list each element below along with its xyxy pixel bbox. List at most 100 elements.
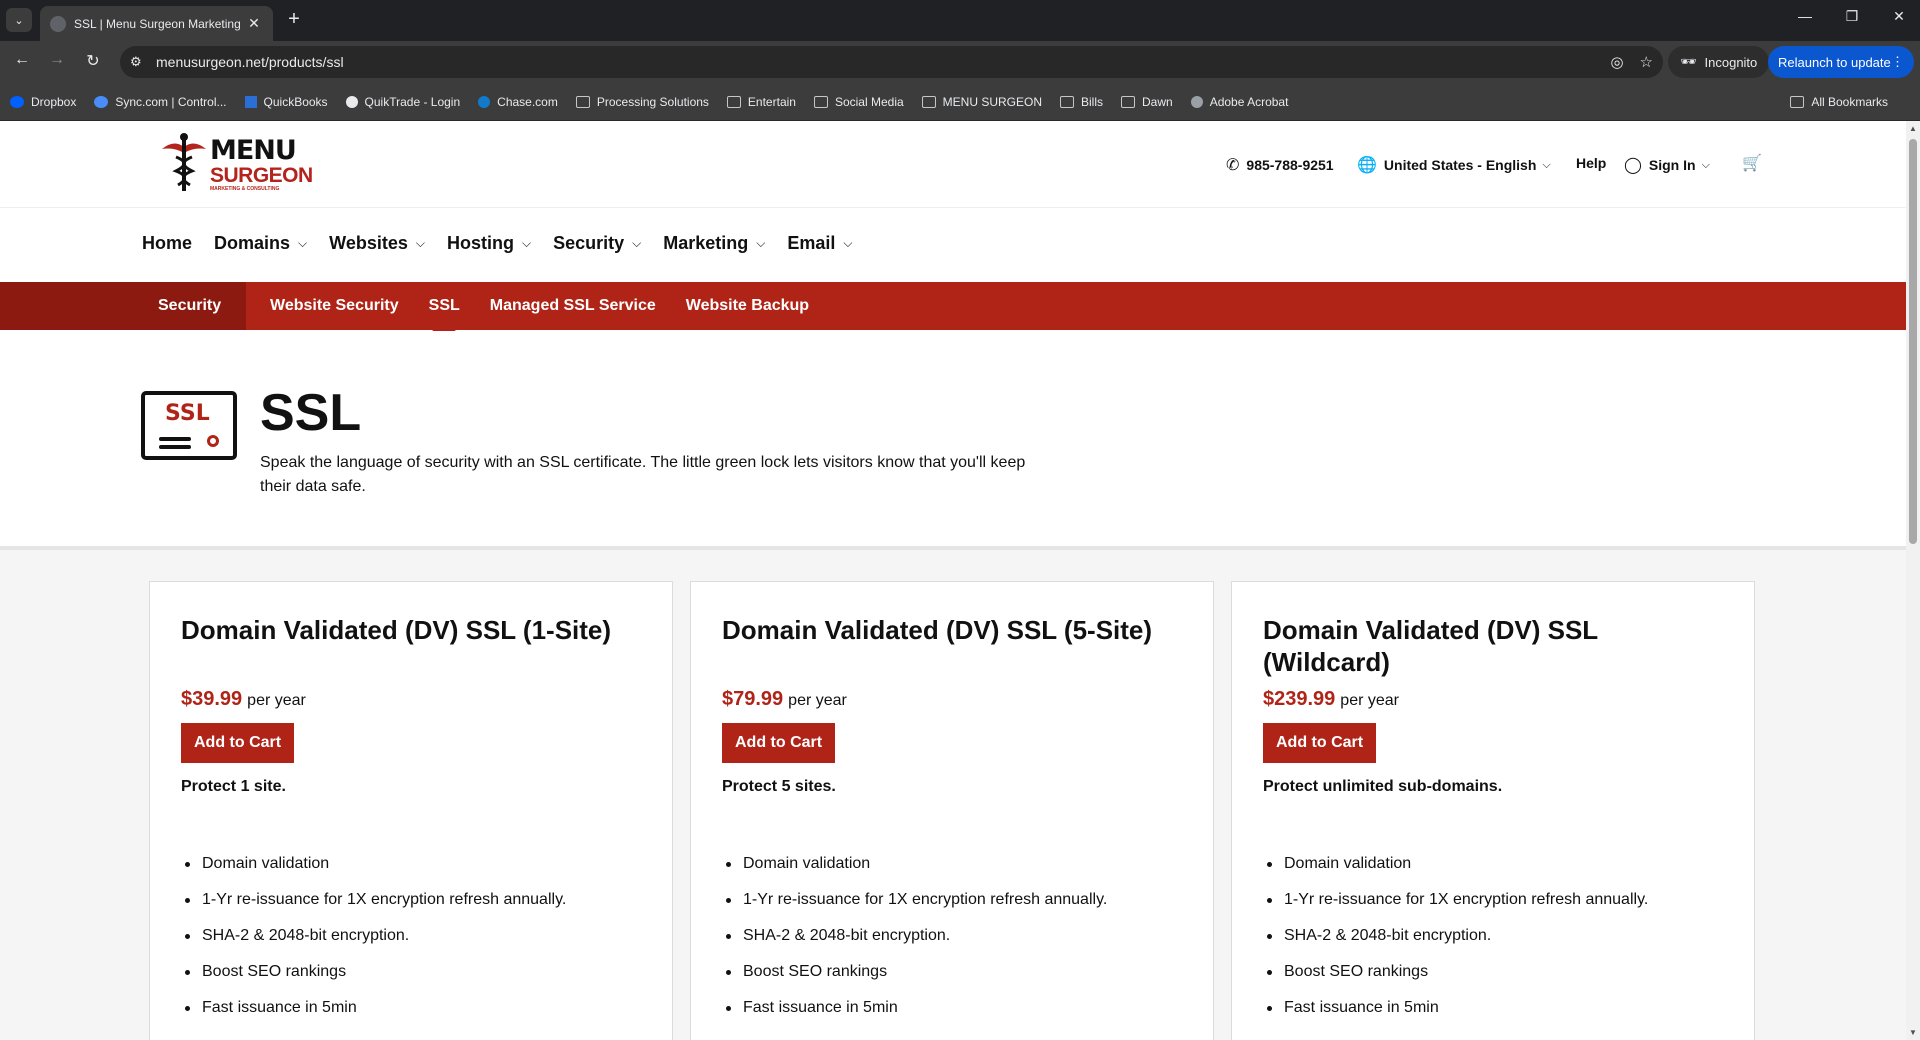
- bookmark-label: Chase.com: [497, 94, 558, 109]
- relaunch-to-update-button[interactable]: Relaunch to update ⋮: [1768, 46, 1914, 78]
- bookmark-chase[interactable]: Chase.com: [478, 95, 558, 109]
- url-text[interactable]: menusurgeon.net/products/ssl: [156, 54, 1594, 70]
- subnav-ssl-active[interactable]: SSL: [429, 297, 460, 315]
- bookmark-label: QuickBooks: [263, 94, 328, 109]
- folder-icon: [813, 95, 828, 108]
- scrollbar-thumb[interactable]: [1909, 139, 1917, 544]
- close-tab-icon[interactable]: ✕: [245, 15, 263, 32]
- phone-icon: ✆: [1226, 157, 1240, 174]
- nav-label: Marketing: [663, 233, 749, 253]
- bookmark-folder-entertain[interactable]: Entertain: [726, 94, 796, 109]
- chase-icon: [478, 95, 491, 108]
- plan-card: Domain Validated (DV) SSL (1-Site) $39.9…: [149, 581, 673, 1040]
- back-arrow-icon[interactable]: ←: [10, 51, 34, 73]
- chevron-down-icon: ⌵: [632, 236, 642, 250]
- bookmark-quickbooks[interactable]: QuickBooks: [244, 94, 328, 109]
- locale-selector[interactable]: 🌐 United States - English ⌵: [1357, 155, 1551, 175]
- plans-section: Domain Validated (DV) SSL (1-Site) $39.9…: [0, 550, 1906, 1040]
- nav-hosting[interactable]: Hosting ⌵: [447, 233, 531, 254]
- nav-websites[interactable]: Websites ⌵: [329, 233, 425, 254]
- close-window-icon[interactable]: ✕: [1884, 8, 1914, 25]
- bookmark-folder-menu-surgeon[interactable]: MENU SURGEON: [921, 95, 1042, 109]
- site-logo[interactable]: MENU SURGEON MARKETING & CONSULTING: [160, 131, 313, 195]
- site-info-icon[interactable]: ⚙: [130, 54, 156, 70]
- bookmark-label: Entertain: [747, 94, 796, 109]
- bookmark-folder-processing-solutions[interactable]: Processing Solutions: [575, 95, 709, 109]
- nav-security[interactable]: Security ⌵: [553, 233, 641, 254]
- quickbooks-icon: [244, 95, 257, 108]
- price-value: $239.99: [1263, 688, 1336, 710]
- address-bar[interactable]: ⚙ menusurgeon.net/products/ssl ◎ ☆: [120, 46, 1663, 78]
- star-bookmark-icon[interactable]: ☆: [1640, 53, 1653, 71]
- folder-icon: [1121, 95, 1136, 108]
- reload-icon[interactable]: ↻: [81, 51, 105, 73]
- bookmark-folder-bills[interactable]: Bills: [1060, 95, 1103, 109]
- all-bookmarks-button[interactable]: All Bookmarks: [1790, 83, 1888, 121]
- scroll-up-icon[interactable]: ▲: [1908, 124, 1918, 133]
- subnav-category[interactable]: Security: [0, 282, 246, 330]
- scroll-down-icon[interactable]: ▼: [1908, 1028, 1918, 1037]
- nav-email[interactable]: Email ⌵: [787, 233, 852, 254]
- bookmark-folder-dawn[interactable]: Dawn: [1121, 95, 1173, 109]
- new-tab-button[interactable]: +: [282, 8, 306, 31]
- restore-window-icon[interactable]: ❐: [1837, 8, 1867, 25]
- ribbon-badge-icon: [207, 435, 219, 447]
- bookmark-label: Dawn: [1142, 94, 1173, 109]
- feature-text: Boost SEO rankings: [202, 963, 347, 980]
- sign-in-menu[interactable]: ◯ Sign In ⌵: [1624, 155, 1710, 175]
- phone-link[interactable]: ✆ 985-788-9251: [1226, 155, 1334, 175]
- subnav-managed-ssl[interactable]: Managed SSL Service: [490, 297, 656, 315]
- list-item: 1-Yr re-issuance for 1X encryption refre…: [722, 882, 1182, 918]
- help-link[interactable]: Help: [1576, 155, 1606, 171]
- nav-home[interactable]: Home: [142, 233, 192, 254]
- bookmark-label: Adobe Acrobat: [1209, 94, 1289, 109]
- dropbox-icon: [10, 95, 24, 108]
- sign-in-label: Sign In: [1648, 157, 1696, 173]
- price-value: $79.99: [722, 688, 784, 710]
- bookmark-adobe-acrobat[interactable]: Adobe Acrobat: [1190, 94, 1289, 109]
- plan-card: Domain Validated (DV) SSL (5-Site) $79.9…: [690, 581, 1214, 1040]
- bookmark-quiktrade[interactable]: QuikTrade - Login: [345, 95, 460, 109]
- feature-text: SHA-2 & 2048-bit encryption.: [1284, 927, 1492, 944]
- subnav-website-security[interactable]: Website Security: [270, 297, 399, 315]
- plan-title: Domain Validated (DV) SSL (1-Site): [181, 615, 612, 645]
- subnav-website-backup[interactable]: Website Backup: [686, 297, 809, 315]
- chevron-down-icon: ⌄: [14, 14, 24, 27]
- browser-tab-active[interactable]: SSL | Menu Surgeon Marketing ✕: [40, 6, 273, 41]
- incognito-indicator[interactable]: 🕶 Incognito: [1668, 46, 1770, 78]
- nav-marketing[interactable]: Marketing ⌵: [663, 233, 765, 254]
- bookmark-folder-social-media[interactable]: Social Media: [813, 95, 904, 109]
- web-page: MENU SURGEON MARKETING & CONSULTING ✆ 98…: [0, 121, 1906, 1040]
- chevron-down-icon: ⌵: [415, 236, 425, 250]
- forward-arrow-icon[interactable]: →: [45, 51, 69, 73]
- bookmarks-bar: Dropbox Sync.com | Control... QuickBooks…: [0, 83, 1920, 121]
- feature-text: Domain validation: [1284, 855, 1412, 872]
- add-to-cart-button[interactable]: Add to Cart: [181, 723, 295, 763]
- feature-list: Domain validation 1-Yr re-issuance for 1…: [1263, 846, 1723, 1026]
- add-to-cart-button[interactable]: Add to Cart: [1263, 723, 1377, 763]
- nav-domains[interactable]: Domains ⌵: [214, 233, 307, 254]
- eye-off-icon[interactable]: ◎: [1610, 53, 1623, 71]
- feature-text: 1-Yr re-issuance for 1X encryption refre…: [202, 891, 567, 908]
- page-scrollbar[interactable]: ▲ ▼: [1906, 121, 1920, 1040]
- nav-label: Websites: [329, 233, 408, 253]
- kebab-menu-icon[interactable]: ⋮: [1891, 54, 1904, 70]
- add-to-cart-button[interactable]: Add to Cart: [722, 723, 836, 763]
- price-value: $39.99: [181, 688, 243, 710]
- plan-lead: Protect unlimited sub-domains.: [1263, 778, 1503, 795]
- cart-icon[interactable]: 🛒: [1742, 153, 1762, 173]
- feature-text: Fast issuance in 5min: [743, 999, 898, 1016]
- ssl-certificate-icon: SSL: [141, 391, 237, 460]
- chevron-down-icon: ⌵: [521, 236, 532, 250]
- site-header: MENU SURGEON MARKETING & CONSULTING ✆ 98…: [0, 121, 1906, 208]
- minimize-window-icon[interactable]: —: [1790, 8, 1820, 24]
- price-unit: per year: [1340, 692, 1399, 709]
- globe-icon: 🌐: [1357, 157, 1377, 174]
- bookmark-sync[interactable]: Sync.com | Control...: [94, 95, 227, 109]
- caduceus-logo-icon: [162, 133, 206, 191]
- bookmark-dropbox[interactable]: Dropbox: [10, 95, 76, 109]
- plan-title: Domain Validated (DV) SSL (Wildcard): [1263, 615, 1598, 677]
- tab-search-button[interactable]: ⌄: [6, 8, 32, 32]
- chevron-down-icon: ⌵: [756, 236, 766, 250]
- feature-text: Fast issuance in 5min: [202, 999, 357, 1016]
